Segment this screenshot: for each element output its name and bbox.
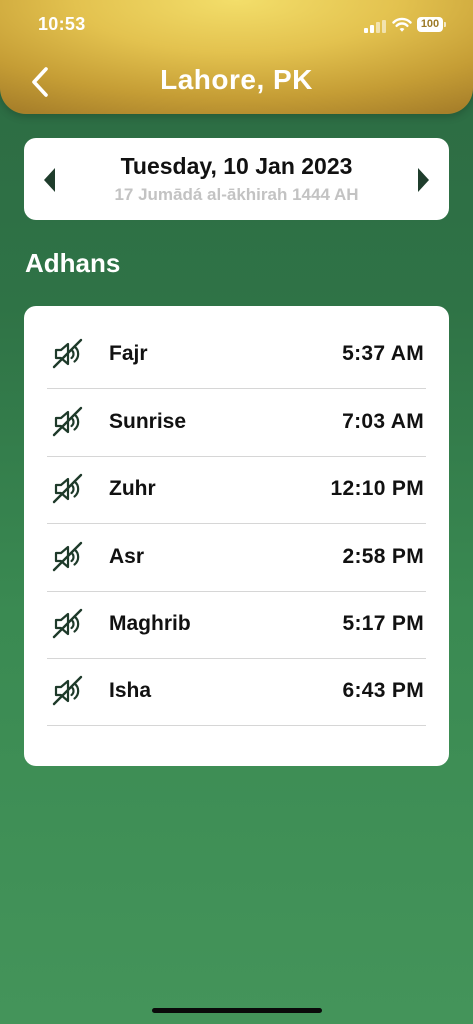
prayer-name: Maghrib: [109, 612, 191, 635]
page-title: Lahore, PK: [160, 64, 313, 95]
date-selector-card: Tuesday, 10 Jan 2023 17 Jumādá al-ākhira…: [24, 138, 449, 220]
speaker-muted-icon[interactable]: [52, 338, 84, 370]
prayer-row-maghrib: Maghrib 5:17 PM: [47, 590, 426, 659]
prayer-row-isha: Isha 6:43 PM: [47, 657, 426, 726]
speaker-muted-icon[interactable]: [52, 473, 84, 505]
prayer-row-fajr: Fajr 5:37 AM: [47, 320, 426, 389]
battery-icon: 100: [417, 17, 446, 32]
adhans-list: Fajr 5:37 AM Sunrise 7:03 AM Zuhr 12:10 …: [24, 306, 449, 766]
prayer-time: 6:43 PM: [342, 679, 424, 702]
prayer-name: Fajr: [109, 342, 148, 365]
speaker-muted-icon[interactable]: [52, 406, 84, 438]
cellular-signal-icon: [364, 20, 386, 33]
prayer-time: 12:10 PM: [330, 477, 424, 500]
header-bar: 10:53 100 Lahore, PK: [0, 0, 473, 114]
speaker-muted-icon[interactable]: [52, 675, 84, 707]
speaker-muted-icon[interactable]: [52, 541, 84, 573]
prayer-name: Asr: [109, 545, 145, 568]
wifi-icon: [392, 17, 412, 32]
next-day-button[interactable]: [413, 164, 433, 196]
status-bar-time: 10:53: [38, 14, 86, 34]
prayer-time: 5:17 PM: [342, 612, 424, 635]
hijri-date: 17 Jumādá al-ākhirah 1444 AH: [114, 185, 359, 204]
prayer-name: Zuhr: [109, 477, 156, 500]
home-indicator[interactable]: [152, 1008, 322, 1013]
prayer-time: 2:58 PM: [342, 545, 424, 568]
gregorian-date: Tuesday, 10 Jan 2023: [120, 153, 353, 179]
prayer-name: Sunrise: [109, 410, 187, 433]
prayer-time: 5:37 AM: [342, 342, 424, 365]
prayer-row-sunrise: Sunrise 7:03 AM: [47, 388, 426, 457]
prayer-time: 7:03 AM: [342, 410, 424, 433]
speaker-muted-icon[interactable]: [52, 608, 84, 640]
section-title-adhans: Adhans: [25, 248, 121, 278]
prayer-name: Isha: [109, 679, 152, 702]
prayer-row-zuhr: Zuhr 12:10 PM: [47, 455, 426, 524]
prayer-row-asr: Asr 2:58 PM: [47, 523, 426, 592]
